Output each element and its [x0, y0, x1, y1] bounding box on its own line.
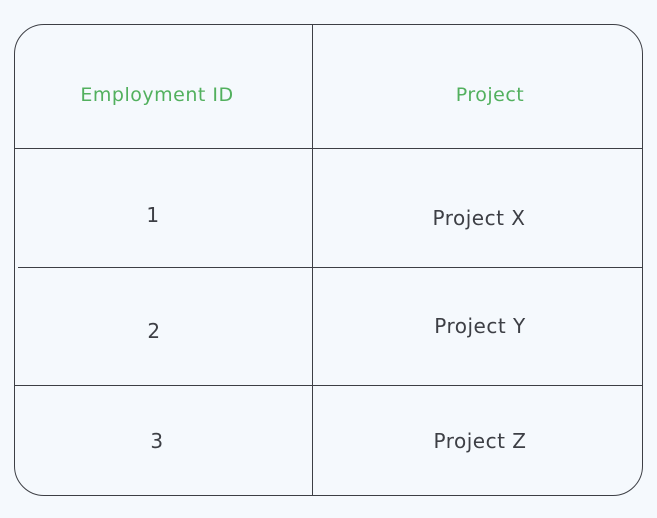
row-divider-1	[18, 267, 643, 268]
cell-employment-id-3: 3	[150, 429, 164, 453]
cell-project-1: Project X	[432, 206, 526, 230]
header-project: Project	[455, 84, 525, 106]
header-row-divider	[14, 148, 643, 149]
column-divider	[312, 24, 313, 496]
cell-employment-id-2: 2	[147, 319, 161, 343]
header-employment-id: Employment ID	[80, 84, 234, 106]
cell-project-2: Project Y	[434, 314, 526, 338]
cell-employment-id-1: 1	[146, 203, 160, 227]
cell-project-3: Project Z	[433, 429, 527, 453]
row-divider-2	[14, 385, 643, 386]
